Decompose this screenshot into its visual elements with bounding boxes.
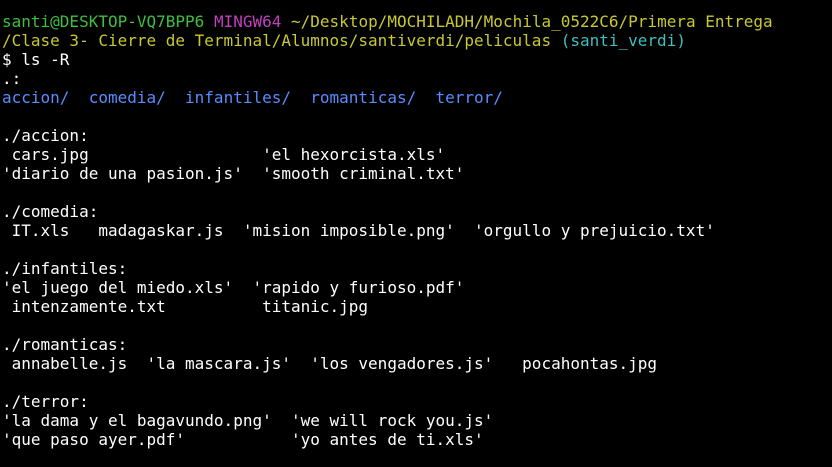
dir-comedia: comedia/ <box>88 88 166 107</box>
section-header-comedia: ./comedia: <box>2 202 99 221</box>
working-directory: ~/Desktop/MOCHILADH/Mochila_0522C6/Prime… <box>291 12 773 31</box>
dir-accion: accion/ <box>2 88 70 107</box>
section-header-romanticas: ./romanticas: <box>2 335 128 354</box>
file-row: IT.xls madagaskar.js 'mision imposible.p… <box>2 221 715 240</box>
dir-romanticas: romanticas/ <box>310 88 417 107</box>
dir-terror: terror/ <box>435 88 503 107</box>
working-directory-continued: /Clase 3- Cierre de Terminal/Alumnos/san… <box>2 31 552 50</box>
command-line: $ ls -R <box>2 50 70 69</box>
file-row: 'el juego del miedo.xls' 'rapido y furio… <box>2 278 465 297</box>
file-row: 'diario de una pasion.js' 'smooth crimin… <box>2 164 465 183</box>
terminal-window[interactable]: santi@DESKTOP-VQ7BPP6 MINGW64 ~/Desktop/… <box>2 12 830 449</box>
file-row: annabelle.js 'la mascara.js' 'los vengad… <box>2 354 658 373</box>
root-directory-list: accion/ comedia/ infantiles/ romanticas/… <box>2 88 830 107</box>
section-header-accion: ./accion: <box>2 126 89 145</box>
file-row: cars.jpg 'el hexorcista.xls' <box>2 145 446 164</box>
prompt-line: santi@DESKTOP-VQ7BPP6 MINGW64 ~/Desktop/… <box>2 12 830 31</box>
file-row: 'que paso ayer.pdf' 'yo antes de ti.xls' <box>2 430 484 449</box>
prompt-line-continued: /Clase 3- Cierre de Terminal/Alumnos/san… <box>2 31 830 50</box>
section-header-infantiles: ./infantiles: <box>2 259 128 278</box>
dir-infantiles: infantiles/ <box>185 88 291 107</box>
user-host: santi@DESKTOP-VQ7BPP6 <box>2 12 205 31</box>
system-name: MINGW64 <box>213 12 282 31</box>
git-branch: (santi_verdi) <box>560 31 686 50</box>
section-header-terror: ./terror: <box>2 392 89 411</box>
file-row: 'la dama y el bagavundo.png' 'we will ro… <box>2 411 494 430</box>
root-header: .: <box>2 69 22 88</box>
file-row: intenzamente.txt titanic.jpg <box>2 297 369 316</box>
